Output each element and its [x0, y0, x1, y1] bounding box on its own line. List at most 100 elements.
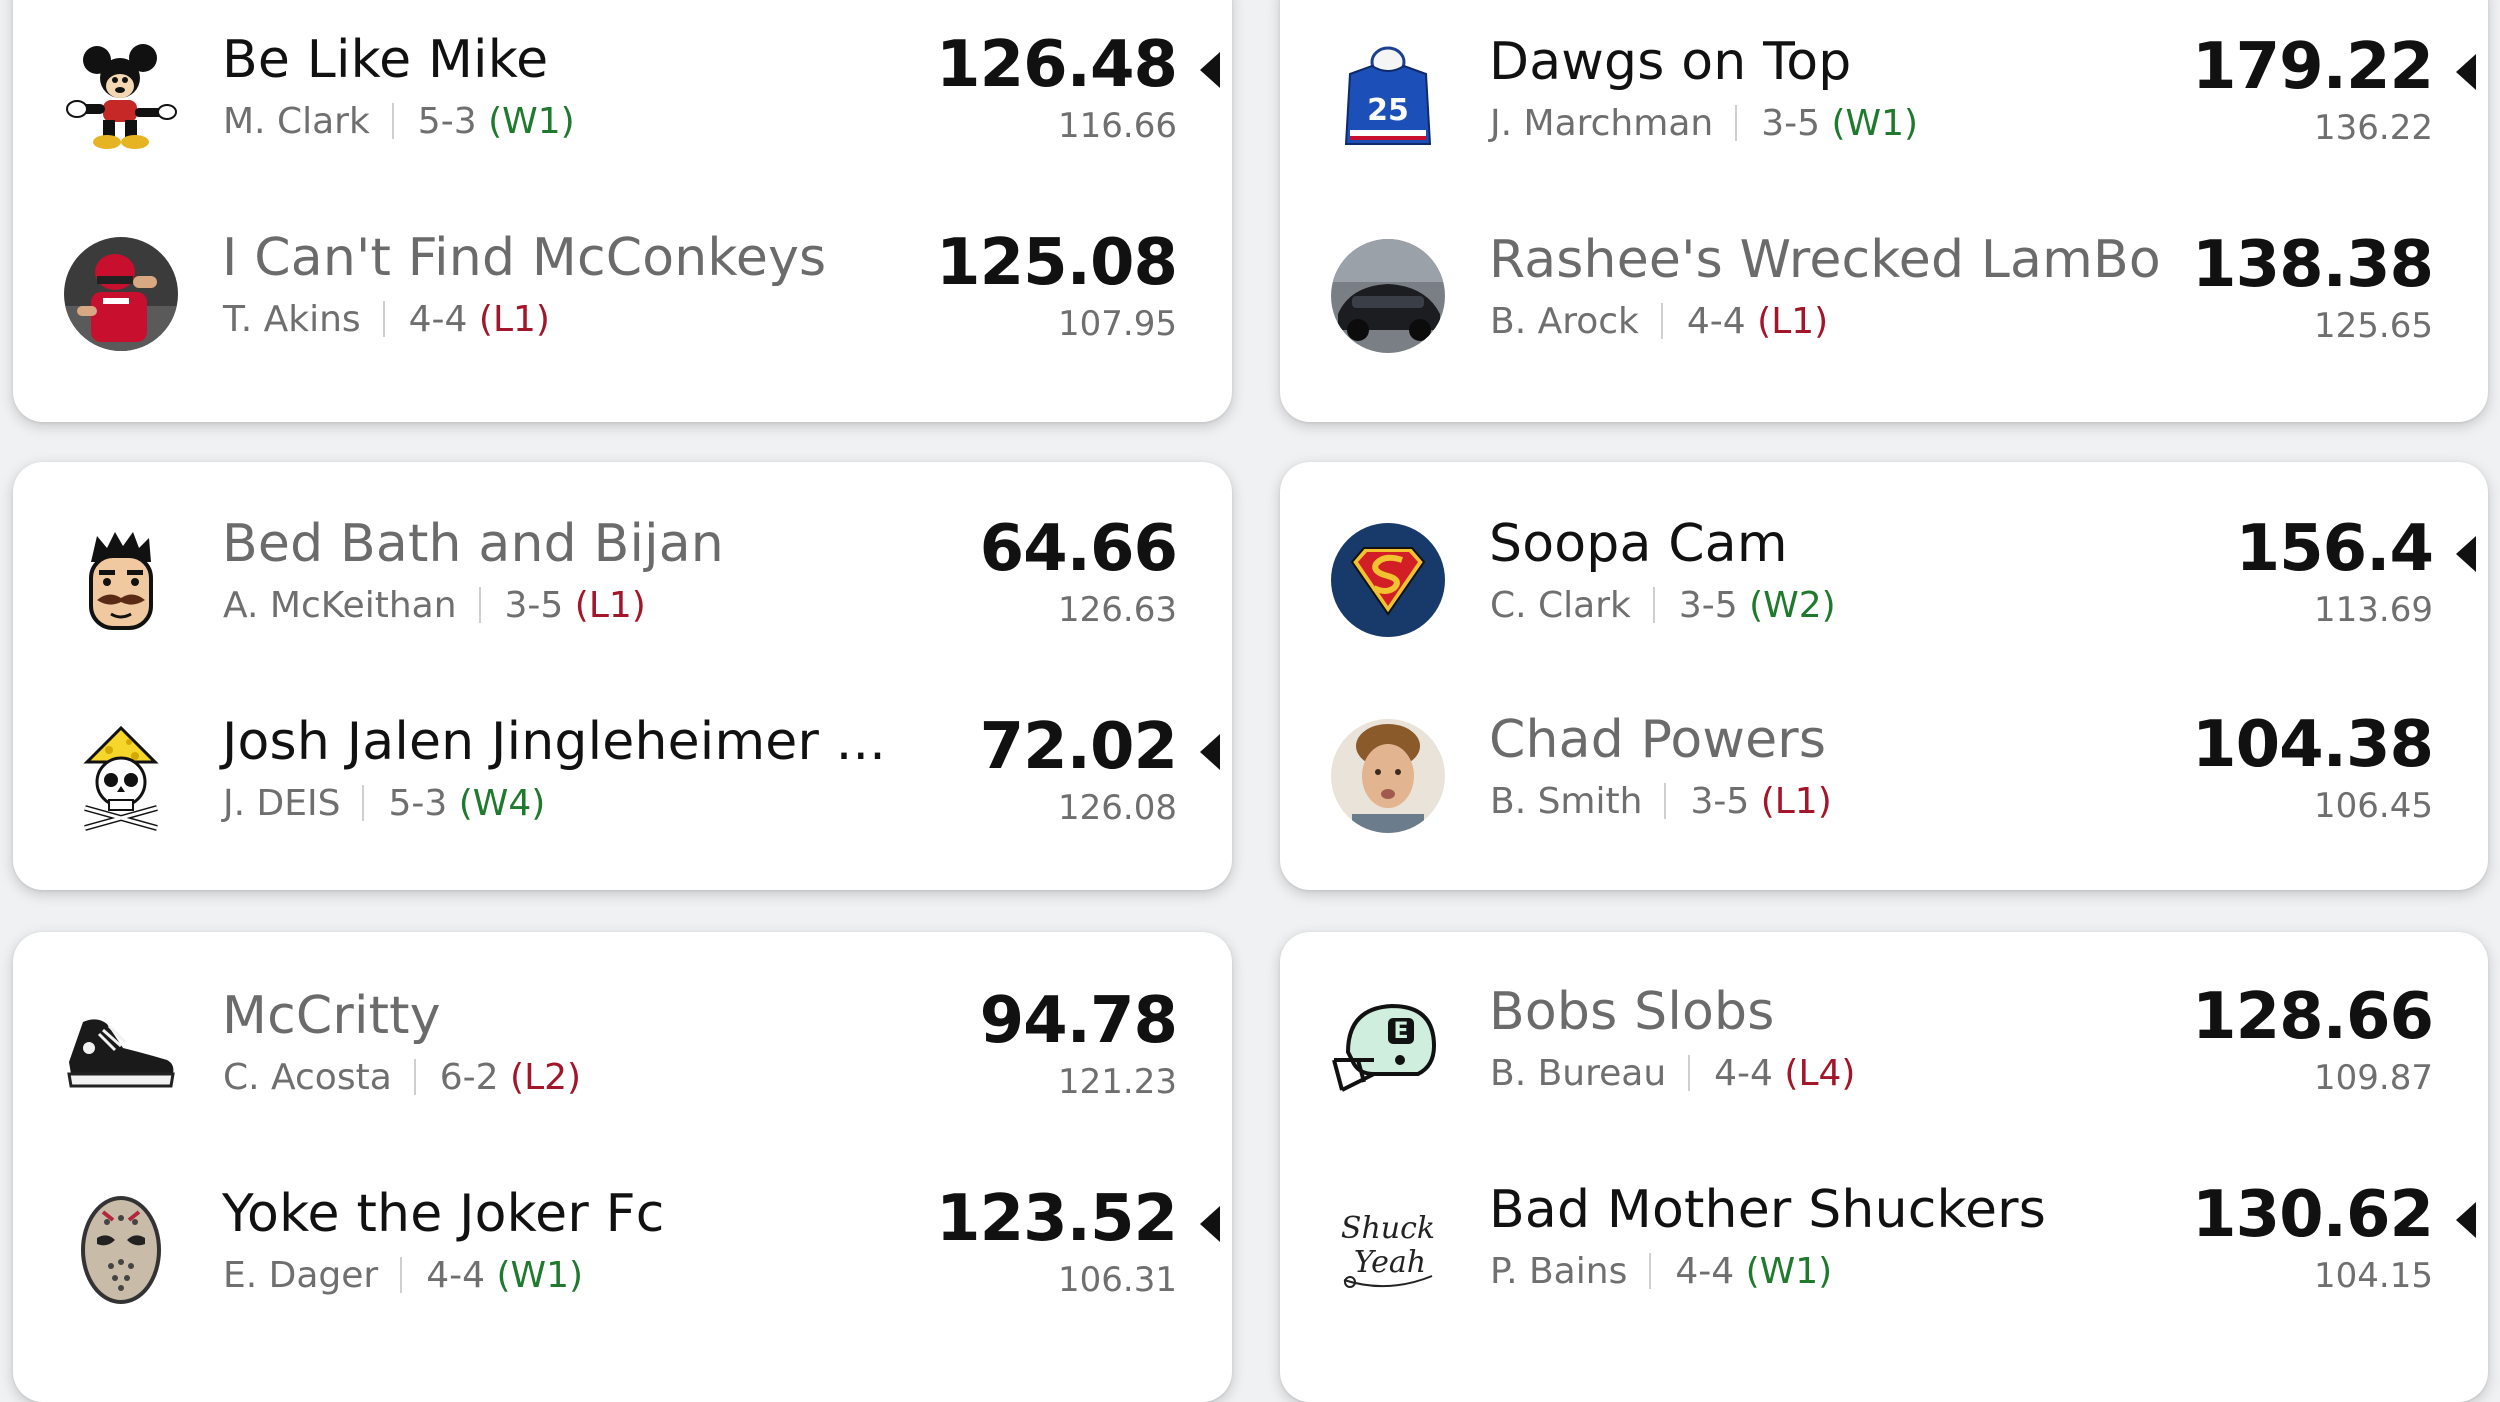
divider [1735, 105, 1738, 141]
team-score: 179.22 [2192, 30, 2434, 104]
team-streak: (L1) [574, 585, 646, 626]
owner-name: P. Bains [1490, 1251, 1628, 1292]
team-name[interactable]: Chad Powers [1489, 710, 1826, 770]
team-meta: B. Arock 4-4 (L1) [1490, 300, 1828, 344]
matchup-card[interactable]: E Bobs Slobs B. Bureau 4-4 (L4) 128.66 10… [1280, 932, 2488, 1402]
matchup-card[interactable]: Soopa Cam C. Clark 3-5 (W2) 156.4 113.69 … [1280, 462, 2488, 890]
matchup-card[interactable]: 25 Dawgs on Top J. Marchman 3-5 (W1) 179.… [1280, 0, 2488, 422]
svg-text:Yeah: Yeah [1354, 1245, 1426, 1280]
team-streak: (L1) [1760, 781, 1832, 822]
team-row[interactable]: Josh Jalen Jingleheimer ... J. DEIS 5-3 (… [13, 712, 1232, 890]
team-name[interactable]: Josh Jalen Jingleheimer ... [222, 712, 886, 772]
projected-score: 125.65 [2314, 306, 2433, 346]
team-name[interactable]: Soopa Cam [1489, 514, 1788, 574]
owner-name: C. Acosta [223, 1057, 392, 1098]
team-meta: A. McKeithan 3-5 (L1) [223, 584, 646, 628]
projected-score: 106.31 [1058, 1260, 1177, 1300]
divider [1649, 1253, 1652, 1289]
team-record: 3-5 [1761, 103, 1821, 144]
team-row[interactable]: 25 Dawgs on Top J. Marchman 3-5 (W1) 179.… [1280, 32, 2488, 220]
team-row[interactable]: I Can't Find McConkeys T. Akins 4-4 (L1) … [13, 228, 1232, 416]
team-record: 3-5 [1690, 781, 1750, 822]
football-player-photo-icon [63, 236, 179, 352]
team-score: 130.62 [2192, 1178, 2434, 1252]
team-row[interactable]: Chad Powers B. Smith 3-5 (L1) 104.38 106.… [1280, 710, 2488, 890]
man-face-photo-icon [1330, 718, 1446, 834]
team-row[interactable]: Be Like Mike M. Clark 5-3 (W1) 126.48 116… [13, 30, 1232, 218]
team-score: 64.66 [979, 512, 1178, 586]
team-row[interactable]: E Bobs Slobs B. Bureau 4-4 (L4) 128.66 10… [1280, 982, 2488, 1170]
team-score: 156.4 [2235, 512, 2434, 586]
superman-shield-icon [1330, 522, 1446, 638]
team-name[interactable]: Bobs Slobs [1489, 982, 1775, 1042]
team-row[interactable]: Rashee's Wrecked LamBo B. Arock 4-4 (L1) … [1280, 230, 2488, 418]
divider [1652, 587, 1655, 623]
winner-caret-icon [1200, 734, 1220, 770]
projected-score: 104.15 [2314, 1256, 2433, 1296]
team-row[interactable]: Soopa Cam C. Clark 3-5 (W2) 156.4 113.69 [1280, 514, 2488, 702]
team-meta: M. Clark 5-3 (W1) [223, 100, 575, 144]
owner-name: J. Marchman [1490, 103, 1714, 144]
mustache-face-icon [63, 522, 179, 638]
divider [1688, 1055, 1691, 1091]
team-streak: (L4) [1784, 1053, 1856, 1094]
jersey-25-icon: 25 [1330, 40, 1446, 156]
team-record: 5-3 [388, 783, 448, 824]
team-row[interactable]: Bed Bath and Bijan A. McKeithan 3-5 (L1) … [13, 514, 1232, 702]
team-streak: (W1) [488, 101, 575, 142]
matchup-card[interactable]: Bed Bath and Bijan A. McKeithan 3-5 (L1) … [13, 462, 1232, 890]
matchup-card[interactable]: McCritty C. Acosta 6-2 (L2) 94.78 121.23 [13, 932, 1232, 1402]
team-name[interactable]: Bed Bath and Bijan [222, 514, 724, 574]
team-meta: B. Smith 3-5 (L1) [1490, 780, 1832, 824]
svg-text:Shuck: Shuck [1341, 1211, 1435, 1246]
team-record: 4-4 [408, 299, 468, 340]
team-name[interactable]: Dawgs on Top [1489, 32, 1852, 92]
team-meta: C. Clark 3-5 (W2) [1490, 584, 1836, 628]
team-name[interactable]: Yoke the Joker Fc [222, 1184, 665, 1244]
team-name[interactable]: Bad Mother Shuckers [1489, 1180, 2046, 1240]
team-name[interactable]: I Can't Find McConkeys [222, 228, 826, 288]
team-streak: (W1) [496, 1255, 584, 1296]
owner-name: M. Clark [223, 101, 370, 142]
team-record: 4-4 [1686, 301, 1746, 342]
shuck-yeah-script-icon: Shuck Yeah [1330, 1188, 1446, 1304]
projected-score: 107.95 [1058, 304, 1177, 344]
team-streak: (W1) [1745, 1251, 1833, 1292]
team-row[interactable]: McCritty C. Acosta 6-2 (L2) 94.78 121.23 [13, 986, 1232, 1174]
projected-score: 109.87 [2314, 1058, 2433, 1098]
team-record: 5-3 [417, 101, 477, 142]
team-score: 126.48 [936, 28, 1178, 102]
team-score: 123.52 [936, 1182, 1178, 1256]
team-record: 4-4 [1675, 1251, 1735, 1292]
team-row[interactable]: Yoke the Joker Fc E. Dager 4-4 (W1) 123.5… [13, 1184, 1232, 1372]
team-name[interactable]: Be Like Mike [222, 30, 548, 90]
divider [391, 103, 394, 139]
team-record: 4-4 [1714, 1053, 1773, 1094]
team-score: 128.66 [2192, 980, 2434, 1054]
divider [1660, 303, 1663, 339]
divider [1664, 783, 1667, 819]
projected-score: 106.45 [2314, 786, 2433, 826]
matchup-card[interactable]: Be Like Mike M. Clark 5-3 (W1) 126.48 116… [13, 0, 1232, 422]
svg-text:25: 25 [1367, 93, 1409, 128]
divider [382, 301, 385, 337]
team-streak: (L1) [478, 299, 550, 340]
team-streak: (L2) [510, 1057, 582, 1098]
team-streak: (W4) [458, 783, 546, 824]
team-streak: (W2) [1749, 585, 1836, 626]
team-meta: C. Acosta 6-2 (L2) [223, 1056, 581, 1100]
team-name[interactable]: McCritty [222, 986, 441, 1046]
team-score: 94.78 [979, 984, 1178, 1058]
team-record: 4-4 [426, 1255, 486, 1296]
team-score: 72.02 [979, 710, 1178, 784]
projected-score: 126.08 [1058, 788, 1177, 828]
team-score: 104.38 [2192, 708, 2434, 782]
projected-score: 121.23 [1058, 1062, 1177, 1102]
sneaker-icon [63, 994, 179, 1110]
divider [478, 587, 481, 623]
winner-caret-icon [1200, 1206, 1220, 1242]
team-row[interactable]: Shuck Yeah Bad Mother Shuckers P. Bains 4… [1280, 1180, 2488, 1368]
team-name[interactable]: Rashee's Wrecked LamBo [1489, 230, 2161, 290]
projected-score: 113.69 [2314, 590, 2433, 630]
divider [362, 785, 365, 821]
